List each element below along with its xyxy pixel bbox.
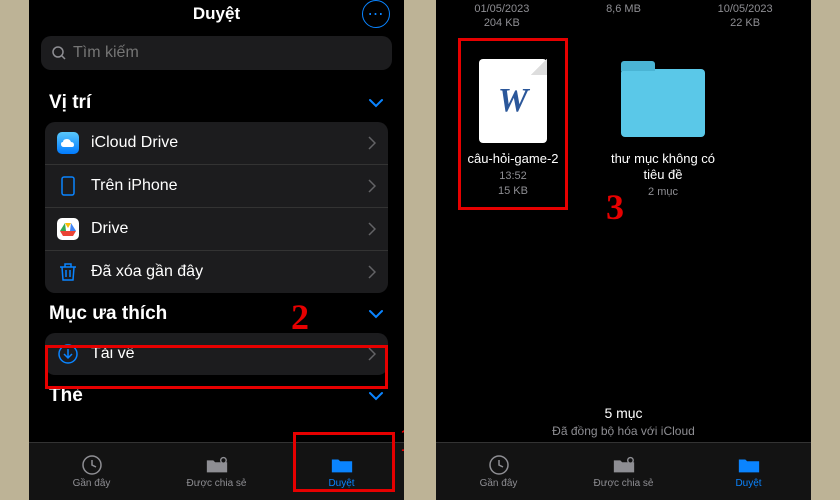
chevron-down-icon xyxy=(368,98,384,108)
sync-status-area: 5 mục Đã đồng bộ hóa với iCloud xyxy=(436,405,811,438)
item-label: Drive xyxy=(91,220,356,238)
chevron-down-icon xyxy=(368,391,384,401)
item-count: 5 mục xyxy=(436,405,811,421)
favorites-list: Tải về xyxy=(45,333,388,375)
clock-icon xyxy=(487,454,511,476)
step-number-3: 3 xyxy=(606,186,624,228)
tab-bar: Gần đây Được chia sẻ Duyệt xyxy=(436,442,811,500)
step-number-2: 2 xyxy=(291,296,309,338)
section-title: Thẻ xyxy=(49,385,83,407)
section-title: Mục ưa thích xyxy=(49,303,167,325)
tab-recent[interactable]: Gần đây xyxy=(436,443,561,500)
item-label: Đã xóa gần đây xyxy=(91,263,356,281)
file-word-doc[interactable]: W câu-hỏi-game-2 13:52 15 KB xyxy=(458,59,568,200)
chevron-right-icon xyxy=(368,222,376,236)
nav-header: Duyệt ⋯ xyxy=(29,0,404,32)
locations-header[interactable]: Vị trí xyxy=(45,82,388,122)
meta-col: 01/05/2023204 KB xyxy=(474,2,529,31)
ellipsis-icon: ⋯ xyxy=(368,4,385,24)
folder-icon xyxy=(737,454,761,476)
file-time: 13:52 xyxy=(499,169,527,184)
file-size: 15 KB xyxy=(498,184,528,199)
tab-label: Được chia sẻ xyxy=(187,478,247,489)
tab-recent[interactable]: Gần đây xyxy=(29,443,154,500)
tab-label: Được chia sẻ xyxy=(594,478,654,489)
download-icon xyxy=(57,343,79,365)
iphone-icon xyxy=(57,175,79,197)
step-number-1: 1 xyxy=(399,418,404,460)
search-field[interactable] xyxy=(41,36,392,70)
chevron-right-icon xyxy=(368,136,376,150)
phone-screen-right: 01/05/2023204 KB 8,6 MB 10/05/202322 KB … xyxy=(436,0,811,500)
location-icloud[interactable]: iCloud Drive xyxy=(45,122,388,165)
top-meta-row: 01/05/2023204 KB 8,6 MB 10/05/202322 KB xyxy=(436,0,811,35)
page-title: Duyệt xyxy=(193,4,240,23)
file-name: câu-hỏi-game-2 xyxy=(467,151,558,167)
chevron-right-icon xyxy=(368,347,376,361)
item-label: Tải về xyxy=(91,345,356,363)
word-doc-icon: W xyxy=(479,59,547,143)
icloud-icon xyxy=(57,132,79,154)
favorites-header[interactable]: Mục ưa thích xyxy=(45,293,388,333)
tags-section: Thẻ xyxy=(29,375,404,415)
location-recently-deleted[interactable]: Đã xóa gần đây xyxy=(45,251,388,293)
locations-list: iCloud Drive Trên iPhone Drive Đã xóa gầ… xyxy=(45,122,388,293)
trash-icon xyxy=(57,261,79,283)
tab-bar: Gần đây Được chia sẻ Duyệt xyxy=(29,442,404,500)
favorites-section: Mục ưa thích Tải về xyxy=(29,293,404,375)
tab-label: Duyệt xyxy=(328,478,354,489)
search-input[interactable] xyxy=(73,44,382,62)
meta-col: 8,6 MB xyxy=(606,2,641,31)
meta-col: 10/05/202322 KB xyxy=(718,2,773,31)
tab-label: Gần đây xyxy=(480,478,518,489)
search-icon xyxy=(51,45,67,61)
file-folder[interactable]: thư mục không có tiêu đề 2 mục xyxy=(608,59,718,200)
tab-label: Gần đây xyxy=(73,478,111,489)
chevron-right-icon xyxy=(368,179,376,193)
location-drive[interactable]: Drive xyxy=(45,208,388,251)
file-name: thư mục không có tiêu đề xyxy=(608,151,718,184)
tab-browse[interactable]: Duyệt xyxy=(279,443,404,500)
shared-folder-icon xyxy=(612,454,636,476)
folder-icon xyxy=(621,69,705,137)
favorite-downloads[interactable]: Tải về xyxy=(45,333,388,375)
tab-label: Duyệt xyxy=(735,478,761,489)
chevron-right-icon xyxy=(368,265,376,279)
tab-browse[interactable]: Duyệt xyxy=(686,443,811,500)
location-iphone[interactable]: Trên iPhone xyxy=(45,165,388,208)
item-label: iCloud Drive xyxy=(91,134,356,152)
item-label: Trên iPhone xyxy=(91,177,356,195)
shared-folder-icon xyxy=(205,454,229,476)
phone-screen-left: Duyệt ⋯ Vị trí iCloud Drive Trên iPhone … xyxy=(29,0,404,500)
tags-header[interactable]: Thẻ xyxy=(45,375,388,415)
clock-icon xyxy=(80,454,104,476)
tab-shared[interactable]: Được chia sẻ xyxy=(154,443,279,500)
file-meta: 2 mục xyxy=(648,185,678,200)
sync-status: Đã đồng bộ hóa với iCloud xyxy=(436,424,811,438)
locations-section: Vị trí iCloud Drive Trên iPhone Drive Đ xyxy=(29,82,404,293)
tab-shared[interactable]: Được chia sẻ xyxy=(561,443,686,500)
chevron-down-icon xyxy=(368,309,384,319)
folder-icon xyxy=(330,454,354,476)
more-button[interactable]: ⋯ xyxy=(362,0,390,28)
section-title: Vị trí xyxy=(49,92,91,114)
gdrive-icon xyxy=(57,218,79,240)
